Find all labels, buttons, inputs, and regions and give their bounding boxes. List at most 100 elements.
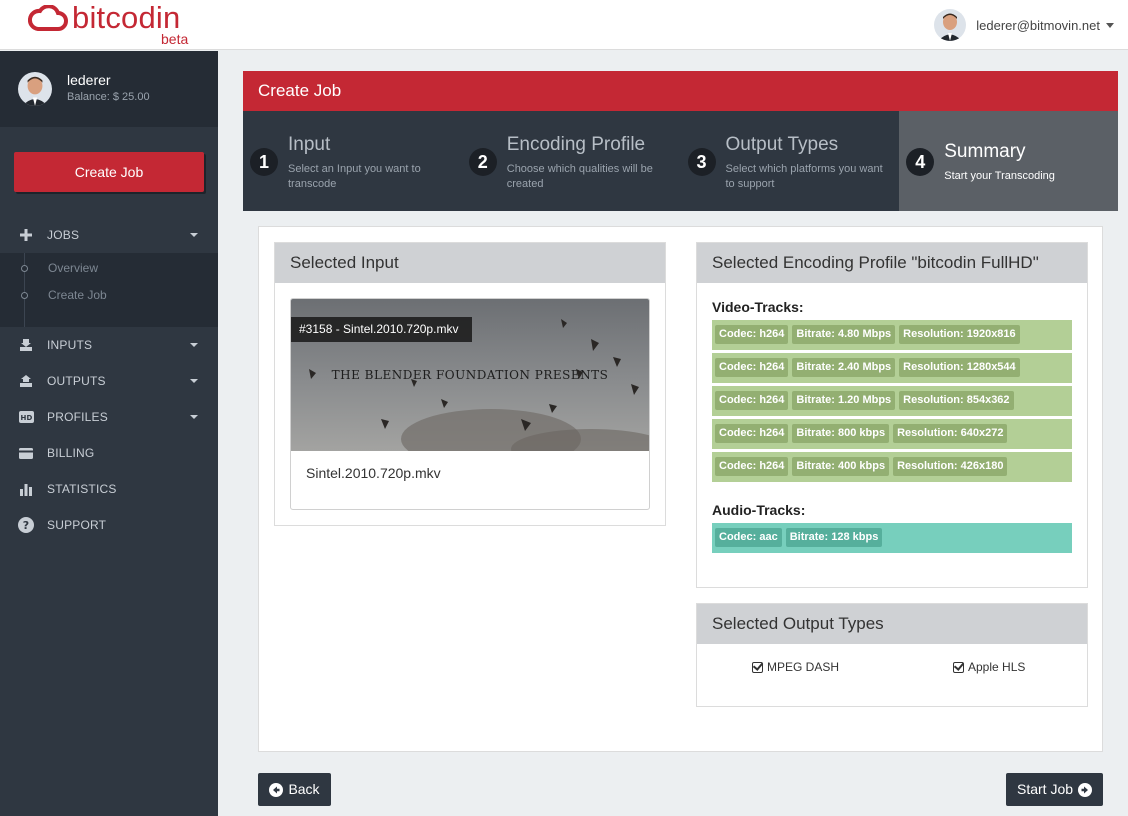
step-input[interactable]: 1 Input Select an Input you want to tran… — [243, 111, 462, 211]
step-description: Select an Input you want to transcode — [288, 163, 421, 190]
step-description: Start your Transcoding — [944, 170, 1055, 182]
resolution-badge: Resolution: 1920x816 — [899, 325, 1020, 344]
top-bar: bitcodin beta lederer@bitmovin.net — [0, 0, 1128, 50]
resolution-badge: Resolution: 854x362 — [899, 391, 1014, 410]
step-title: Input — [288, 134, 331, 155]
panel-heading: Selected Input — [275, 243, 665, 283]
bitrate-badge: Bitrate: 800 kbps — [792, 424, 890, 443]
avatar — [18, 72, 52, 106]
video-tracks-heading: Video-Tracks: — [712, 299, 804, 315]
sidebar-item-label: PROFILES — [47, 410, 108, 424]
logo-beta-label: beta — [161, 31, 189, 47]
sidebar-subitem-create-job[interactable]: Create Job — [0, 282, 218, 309]
create-job-button[interactable]: Create Job — [14, 152, 204, 192]
sidebar-item-label: OUTPUTS — [47, 374, 106, 388]
step-number: 1 — [250, 148, 278, 176]
back-button-label: Back — [288, 781, 320, 797]
codec-badge: Codec: h264 — [715, 424, 789, 443]
start-job-button[interactable]: Start Job — [1006, 773, 1103, 806]
resolution-badge: Resolution: 426x180 — [893, 457, 1008, 476]
output-option-label: Apple HLS — [968, 660, 1026, 674]
panel-heading: Selected Encoding Profile "bitcodin Full… — [697, 243, 1087, 283]
bitrate-badge: Bitrate: 1.20 Mbps — [792, 391, 896, 410]
output-option-label: MPEG DASH — [767, 660, 840, 674]
thumbnail-text: THE BLENDER FOUNDATION PRESENTS — [332, 368, 609, 382]
cloud-logo-icon — [28, 5, 68, 31]
main-content: Create Job 1 Input Select an Input you w… — [243, 71, 1118, 806]
arrow-left-circle-icon — [269, 782, 284, 797]
export-icon — [18, 373, 34, 389]
chevron-down-icon — [190, 343, 198, 347]
sidebar-item-label: JOBS — [47, 228, 80, 242]
video-track-row: Codec: h264 Bitrate: 400 kbps Resolution… — [712, 452, 1072, 482]
audio-tracks-heading: Audio-Tracks: — [712, 502, 806, 518]
sidebar-nav: JOBS Overview Create Job INPUTS OUTPUTS … — [0, 217, 218, 543]
hd-icon: HD — [18, 409, 34, 425]
video-track-row: Codec: h264 Bitrate: 2.40 Mbps Resolutio… — [712, 353, 1072, 383]
bitrate-badge: Bitrate: 2.40 Mbps — [792, 358, 896, 377]
sidebar-item-outputs[interactable]: OUTPUTS — [0, 363, 218, 399]
step-output-types[interactable]: 3 Output Types Select which platforms yo… — [681, 111, 900, 211]
sidebar: lederer Balance: $ 25.00 Create Job JOBS… — [0, 51, 218, 816]
checkbox-checked-icon — [953, 661, 964, 673]
step-summary[interactable]: 4 Summary Start your Transcoding — [899, 111, 1118, 211]
sidebar-subitem-overview[interactable]: Overview — [0, 255, 218, 282]
page-title: Create Job — [243, 71, 1118, 111]
sidebar-item-profiles[interactable]: HD PROFILES — [0, 399, 218, 435]
codec-badge: Codec: h264 — [715, 358, 789, 377]
video-track-row: Codec: h264 Bitrate: 4.80 Mbps Resolutio… — [712, 320, 1072, 350]
sidebar-item-billing[interactable]: BILLING — [0, 435, 218, 471]
credit-card-icon — [18, 445, 34, 461]
step-number: 4 — [906, 148, 935, 176]
jobs-submenu: Overview Create Job — [0, 253, 218, 327]
sidebar-user-name: lederer — [67, 72, 111, 88]
sidebar-item-label: INPUTS — [47, 338, 93, 352]
chevron-down-icon — [190, 233, 198, 237]
codec-badge: Codec: aac — [715, 528, 782, 547]
user-email: lederer@bitmovin.net — [976, 17, 1100, 33]
bitrate-badge: Bitrate: 400 kbps — [792, 457, 890, 476]
bitrate-badge: Bitrate: 4.80 Mbps — [792, 325, 896, 344]
bullet-icon — [21, 265, 28, 272]
sidebar-item-label: BILLING — [47, 446, 95, 460]
sidebar-item-support[interactable]: ? SUPPORT — [0, 507, 218, 543]
resolution-badge: Resolution: 640x272 — [893, 424, 1008, 443]
user-menu[interactable]: lederer@bitmovin.net — [934, 8, 1114, 42]
output-option-mpeg-dash[interactable]: MPEG DASH — [752, 660, 839, 674]
video-track-row: Codec: h264 Bitrate: 1.20 Mbps Resolutio… — [712, 386, 1072, 416]
arrow-right-circle-icon — [1078, 782, 1093, 797]
svg-text:?: ? — [23, 519, 30, 532]
resolution-badge: Resolution: 1280x544 — [899, 358, 1020, 377]
selected-outputs-panel: Selected Output Types MPEG DASH Apple HL… — [696, 603, 1088, 707]
codec-badge: Codec: h264 — [715, 457, 789, 476]
sidebar-item-statistics[interactable]: STATISTICS — [0, 471, 218, 507]
step-description: Choose which qualities will be created — [506, 163, 653, 190]
step-description: Select which platforms you want to suppo… — [725, 163, 883, 190]
selected-profile-panel: Selected Encoding Profile "bitcodin Full… — [696, 242, 1088, 588]
bullet-icon — [21, 292, 28, 299]
bitrate-badge: Bitrate: 128 kbps — [785, 528, 883, 547]
checkbox-checked-icon — [752, 661, 763, 673]
sidebar-item-inputs[interactable]: INPUTS — [0, 327, 218, 363]
step-number: 3 — [687, 148, 716, 176]
sidebar-subitem-label: Create Job — [48, 288, 107, 302]
step-number: 2 — [468, 148, 497, 176]
svg-text:HD: HD — [20, 414, 32, 422]
codec-badge: Codec: h264 — [715, 391, 789, 410]
step-encoding-profile[interactable]: 2 Encoding Profile Choose which qualitie… — [462, 111, 681, 211]
avatar — [934, 9, 967, 41]
step-title: Output Types — [725, 134, 839, 155]
codec-badge: Codec: h264 — [715, 325, 789, 344]
output-option-apple-hls[interactable]: Apple HLS — [953, 660, 1025, 674]
sidebar-user: lederer Balance: $ 25.00 — [0, 51, 218, 127]
back-button[interactable]: Back — [258, 773, 331, 806]
import-icon — [18, 337, 34, 353]
panel-heading: Selected Output Types — [697, 604, 1087, 644]
wizard-steps: 1 Input Select an Input you want to tran… — [243, 111, 1118, 211]
input-file-name: Sintel.2010.720p.mkv — [306, 465, 441, 481]
input-id-label: #3158 - Sintel.2010.720p.mkv — [291, 317, 473, 342]
input-card[interactable]: THE BLENDER FOUNDATION PRESENTS #3158 - … — [290, 298, 650, 510]
audio-track-row: Codec: aac Bitrate: 128 kbps — [712, 523, 1072, 553]
sidebar-item-jobs[interactable]: JOBS — [0, 217, 218, 253]
start-job-button-label: Start Job — [1016, 781, 1074, 797]
